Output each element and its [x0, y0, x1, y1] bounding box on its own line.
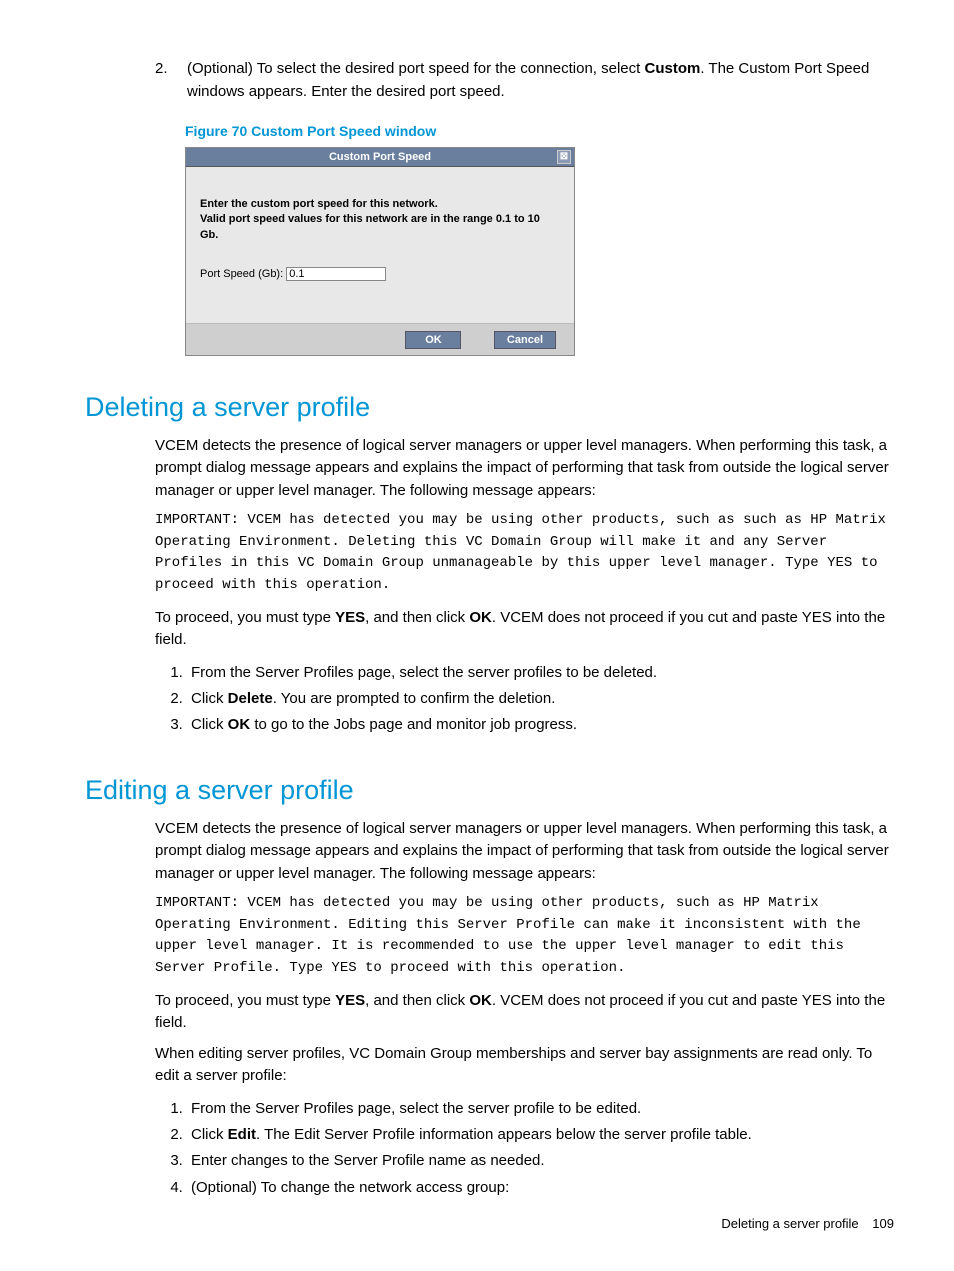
dialog-body: Enter the custom port speed for this net…: [186, 167, 574, 323]
page-footer: Deleting a server profile 109: [721, 1216, 894, 1231]
ok-button[interactable]: OK: [405, 331, 461, 349]
s1-important: IMPORTANT: VCEM has detected you may be …: [155, 510, 894, 597]
list-item: (Optional) To change the network access …: [187, 1175, 894, 1201]
s2-important: IMPORTANT: VCEM has detected you may be …: [155, 893, 894, 980]
figure-caption: Figure 70 Custom Port Speed window: [185, 123, 894, 139]
list-item: Enter changes to the Server Profile name…: [187, 1148, 894, 1174]
list-item: Click Delete. You are prompted to confir…: [187, 686, 894, 712]
close-icon[interactable]: ⊠: [557, 150, 571, 164]
list-item: From the Server Profiles page, select th…: [187, 1096, 894, 1122]
dialog-line1: Enter the custom port speed for this net…: [200, 197, 560, 212]
heading-editing: Editing a server profile: [85, 775, 894, 806]
dialog-line2: Valid port speed values for this network…: [200, 212, 560, 243]
list-item: Click OK to go to the Jobs page and moni…: [187, 712, 894, 738]
cancel-button[interactable]: Cancel: [494, 331, 556, 349]
s2-para1: VCEM detects the presence of logical ser…: [155, 818, 894, 886]
s1-para2: To proceed, you must type YES, and then …: [155, 607, 894, 652]
dialog-titlebar: Custom Port Speed ⊠: [186, 148, 574, 167]
list-item: From the Server Profiles page, select th…: [187, 660, 894, 686]
step-number: 2.: [155, 58, 187, 103]
port-speed-label: Port Speed (Gb):: [200, 268, 283, 280]
dialog-footer: OK Cancel: [186, 323, 574, 355]
port-speed-row: Port Speed (Gb):: [200, 267, 560, 282]
step-text: (Optional) To select the desired port sp…: [187, 58, 894, 103]
s1-steps: From the Server Profiles page, select th…: [157, 660, 894, 739]
page-number: 109: [872, 1216, 894, 1231]
custom-port-speed-dialog: Custom Port Speed ⊠ Enter the custom por…: [185, 147, 575, 356]
intro-step: 2. (Optional) To select the desired port…: [155, 58, 894, 103]
port-speed-input[interactable]: [286, 267, 386, 281]
heading-deleting: Deleting a server profile: [85, 392, 894, 423]
dialog-title: Custom Port Speed: [329, 151, 431, 163]
footer-text: Deleting a server profile: [721, 1216, 858, 1231]
s2-steps: From the Server Profiles page, select th…: [157, 1096, 894, 1201]
list-item: Click Edit. The Edit Server Profile info…: [187, 1122, 894, 1148]
s2-para2: To proceed, you must type YES, and then …: [155, 990, 894, 1035]
s1-para1: VCEM detects the presence of logical ser…: [155, 435, 894, 503]
s2-para3: When editing server profiles, VC Domain …: [155, 1043, 894, 1088]
